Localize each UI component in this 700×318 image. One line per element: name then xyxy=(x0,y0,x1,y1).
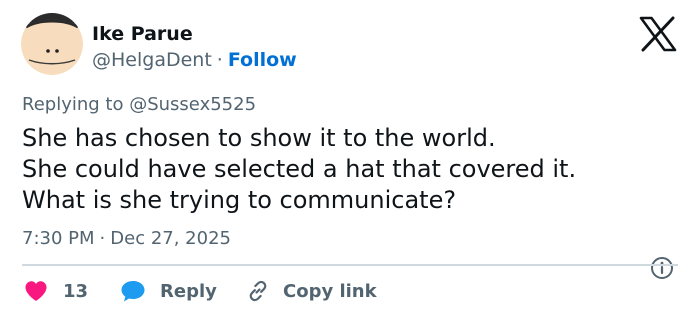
action-bar: 13 Reply Copy link xyxy=(22,277,682,305)
tweet-text-line: She has chosen to show it to the world. xyxy=(22,124,496,152)
replying-to: Replying to @Sussex5525 xyxy=(22,93,256,117)
separator-dot: · xyxy=(216,49,223,71)
tweet-date: Dec 27, 2025 xyxy=(110,228,231,249)
copy-link-button[interactable]: Copy link xyxy=(245,277,377,305)
like-count: 13 xyxy=(63,280,89,302)
copy-link-label: Copy link xyxy=(283,280,377,302)
tweet-text-line: She could have selected a hat that cover… xyxy=(22,155,577,183)
tweet-card: Ike Parue @HelgaDent · Follow Replying to … xyxy=(0,0,700,318)
cartoon-face-avatar xyxy=(21,13,83,75)
reply-label: Reply xyxy=(160,280,217,302)
tweet-text-line: What is she trying to communicate? xyxy=(22,186,457,214)
heart-icon xyxy=(25,281,47,301)
tweet-timestamp[interactable]: 7:30 PM · Dec 27, 2025 xyxy=(22,227,231,251)
follow-button[interactable]: Follow xyxy=(228,49,297,71)
author-display-name[interactable]: Ike Parue xyxy=(92,22,193,46)
separator-dot: · xyxy=(99,228,106,249)
like-button[interactable]: 13 xyxy=(24,277,88,305)
author-handle-row: @HelgaDent · Follow xyxy=(92,48,297,72)
x-logo-icon[interactable] xyxy=(638,16,678,52)
tweet-text: She has chosen to show it to the world. … xyxy=(22,123,682,216)
avatar[interactable] xyxy=(21,13,83,75)
speech-bubble-icon xyxy=(121,281,145,302)
author-handle[interactable]: @HelgaDent xyxy=(92,49,212,71)
reply-button[interactable]: Reply xyxy=(120,277,217,305)
divider xyxy=(22,264,678,266)
replying-to-prefix: Replying to xyxy=(22,94,124,115)
tweet-time: 7:30 PM xyxy=(22,228,95,249)
link-icon xyxy=(249,280,267,302)
replying-to-mention[interactable]: @Sussex5525 xyxy=(129,94,256,115)
